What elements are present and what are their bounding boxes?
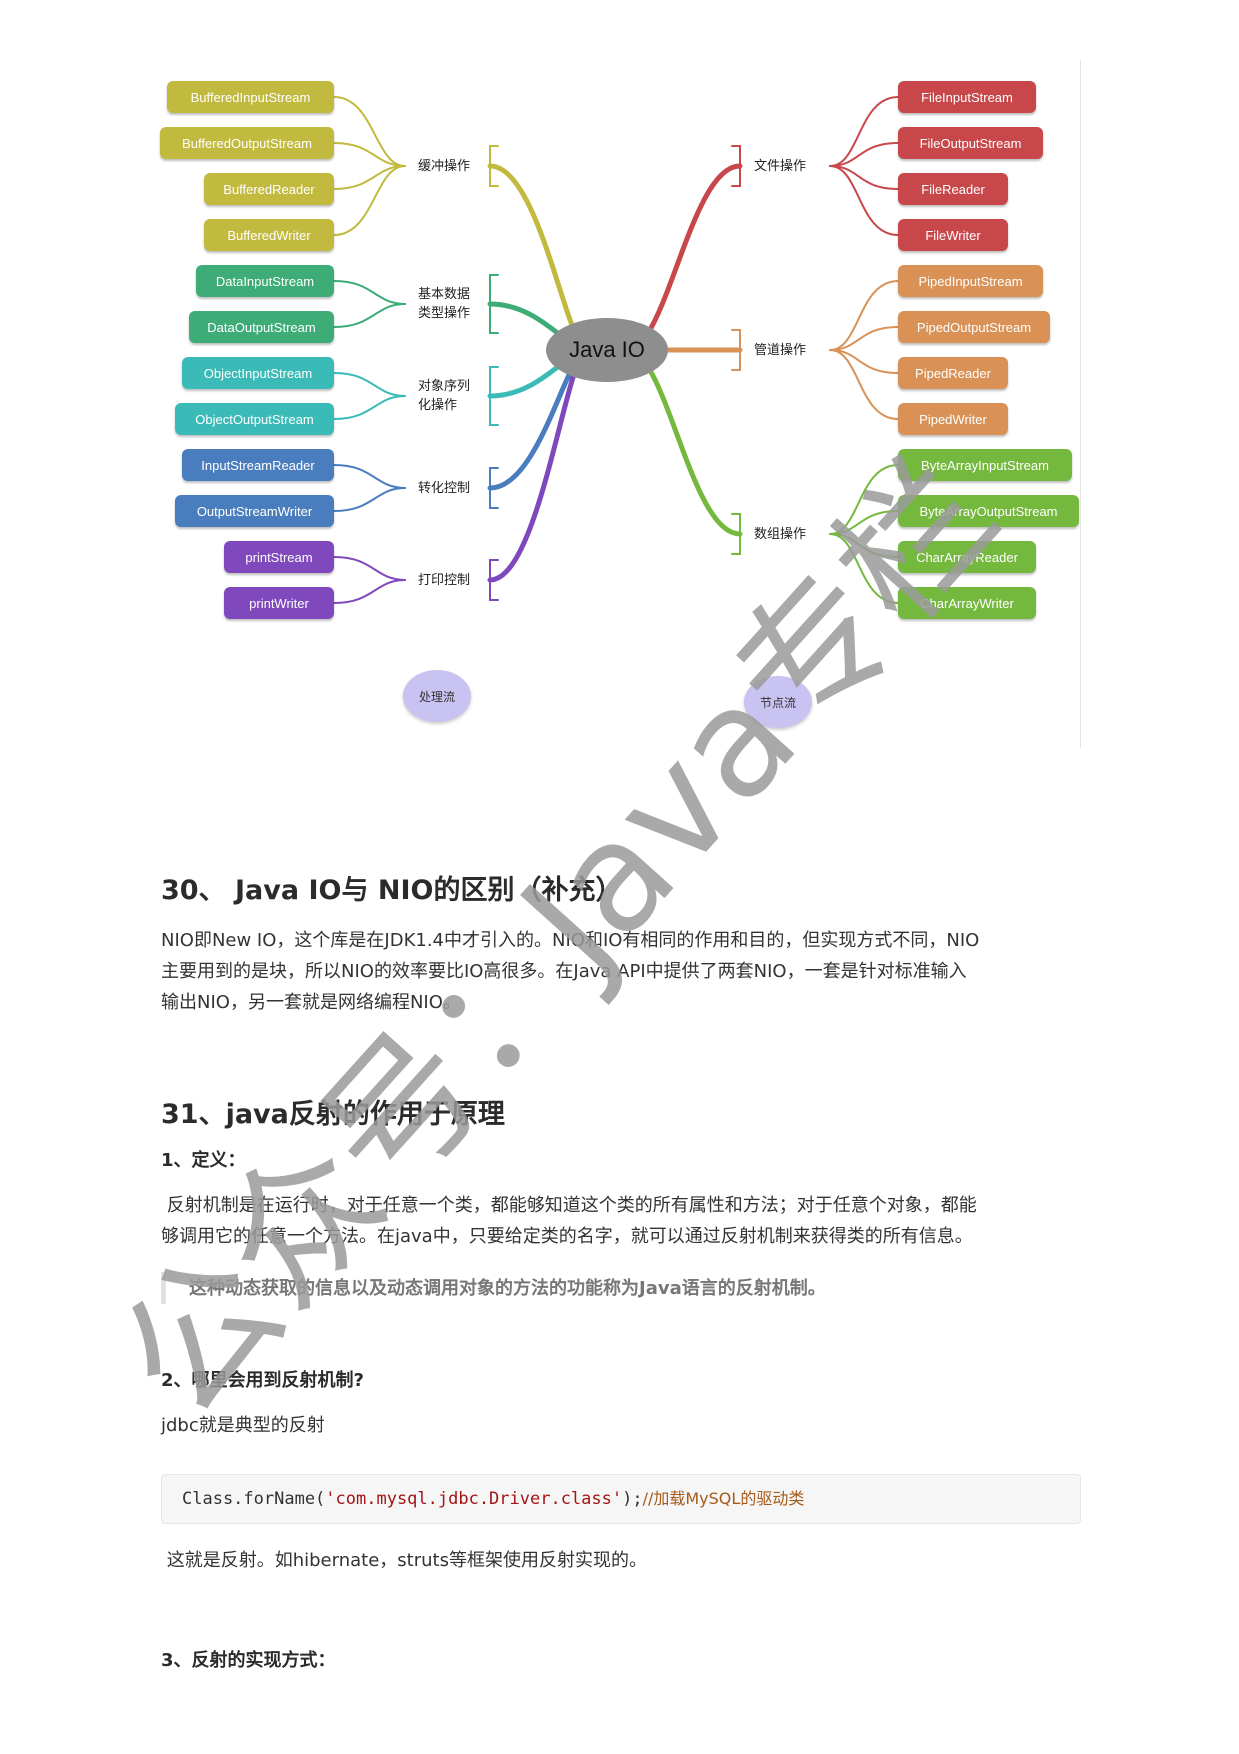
left-branch-label-1: 基本数据 类型操作 bbox=[418, 287, 471, 321]
right-leaf-edge bbox=[829, 280, 899, 351]
definition-line-2: 够调用它的任意一个方法。在java中，只要给定类的名字，就可以通过反射机制来获得… bbox=[161, 1226, 973, 1247]
subheading-implementation: 3、反射的实现方式： bbox=[161, 1650, 336, 1671]
code-prefix: Class.forName( bbox=[182, 1489, 326, 1509]
subheading-where-used: 2、哪里会用到反射机制? bbox=[161, 1370, 364, 1391]
right-leaf-1-0: PipedInputStream bbox=[898, 265, 1043, 297]
left-leaf-edge bbox=[333, 372, 406, 397]
after-code-line: 这就是反射。如hibernate，struts等框架使用反射实现的。 bbox=[161, 1550, 647, 1571]
left-leaf-edge bbox=[333, 395, 406, 420]
left-leaf-edge bbox=[333, 303, 406, 328]
definition-line-1: 反射机制是在运行时，对于任意一个类，都能够知道这个类的所有属性和方法；对于任意个… bbox=[161, 1195, 977, 1216]
left-leaf-edge bbox=[333, 579, 406, 604]
subheading-definition: 1、定义： bbox=[161, 1150, 246, 1171]
left-leaf-edge bbox=[333, 165, 406, 236]
left-leaf-edge bbox=[333, 487, 406, 512]
right-leaf-edge bbox=[829, 165, 899, 236]
section-30-line-2: 主要用到的是块，所以NIO的效率要比IO高很多。在Java API中提供了两套N… bbox=[161, 961, 967, 982]
left-leaf-3-1: OutputStreamWriter bbox=[175, 495, 334, 527]
right-leaf-edge bbox=[829, 533, 899, 604]
left-branch-label-0: 缓冲操作 bbox=[418, 158, 471, 174]
bubble-processing-stream: 处理流 bbox=[403, 670, 471, 722]
right-leaf-1-2: PipedReader bbox=[898, 357, 1008, 389]
right-leaf-0-3: FileWriter bbox=[898, 219, 1008, 251]
section-30-line-3: 输出NIO，另一套就是网络编程NIO。 bbox=[161, 992, 461, 1013]
right-leaf-2-1: ByteArrayOutputStream bbox=[898, 495, 1079, 527]
left-leaf-1-1: DataOutputStream bbox=[189, 311, 334, 343]
right-leaf-0-0: FileInputStream bbox=[898, 81, 1036, 113]
right-leaf-2-2: CharArrayReader bbox=[898, 541, 1036, 573]
right-branch-label-2: 数组操作 bbox=[754, 526, 807, 542]
right-leaf-0-2: FileReader bbox=[898, 173, 1008, 205]
right-trunk-2 bbox=[624, 347, 743, 537]
right-leaf-2-0: ByteArrayInputStream bbox=[898, 449, 1072, 481]
left-branch-label-2: 对象序列 化操作 bbox=[418, 379, 471, 413]
right-leaf-edge bbox=[829, 96, 899, 167]
right-branch-label-1: 管道操作 bbox=[754, 342, 807, 358]
bubble-node-stream: 节点流 bbox=[744, 676, 812, 728]
section-30-line-1: NIO即New IO，这个库是在JDK1.4中才引入的。NIO和IO有相同的作用… bbox=[161, 930, 980, 951]
blockquote-text: 这种动态获取的信息以及动态调用对象的方法的功能称为Java语言的反射机制。 bbox=[189, 1278, 826, 1299]
blockquote: 这种动态获取的信息以及动态调用对象的方法的功能称为Java语言的反射机制。 bbox=[161, 1270, 1081, 1306]
left-leaf-edge bbox=[333, 464, 406, 489]
left-leaf-1-0: DataInputStream bbox=[196, 265, 334, 297]
left-leaf-2-1: ObjectOutputStream bbox=[175, 403, 334, 435]
right-leaf-0-1: FileOutputStream bbox=[898, 127, 1043, 159]
section-31-title: 31、java反射的作用于原理 bbox=[161, 1099, 505, 1130]
left-leaf-4-1: printWriter bbox=[224, 587, 334, 619]
right-trunk-0 bbox=[624, 163, 743, 353]
code-suffix: ); bbox=[622, 1489, 643, 1509]
left-leaf-0-3: BufferedWriter bbox=[204, 219, 334, 251]
blockquote-bar bbox=[161, 1272, 166, 1304]
divider-line bbox=[1080, 60, 1081, 748]
code-string: 'com.mysql.jdbc.Driver.class' bbox=[325, 1489, 623, 1509]
left-leaf-4-0: printStream bbox=[224, 541, 334, 573]
left-branch-label-3: 转化控制 bbox=[418, 480, 471, 496]
left-leaf-edge bbox=[333, 556, 406, 581]
right-leaf-1-3: PipedWriter bbox=[898, 403, 1008, 435]
center-node-java-io: Java IO bbox=[546, 318, 668, 382]
left-leaf-3-0: InputStreamReader bbox=[182, 449, 334, 481]
left-leaf-edge bbox=[333, 96, 406, 167]
code-block: Class.forName('com.mysql.jdbc.Driver.cla… bbox=[161, 1474, 1081, 1524]
code-comment: //加载MySQL的驱动类 bbox=[642, 1489, 805, 1508]
right-leaf-edge bbox=[829, 464, 899, 535]
section-30-title: 30、 Java IO与 NIO的区别（补充） bbox=[161, 875, 623, 906]
left-leaf-0-1: BufferedOutputStream bbox=[160, 127, 334, 159]
jdbc-line: jdbc就是典型的反射 bbox=[161, 1415, 325, 1436]
left-leaf-0-0: BufferedInputStream bbox=[167, 81, 334, 113]
left-branch-label-4: 打印控制 bbox=[418, 572, 471, 588]
right-branch-label-0: 文件操作 bbox=[754, 158, 807, 174]
java-io-mindmap: BufferedInputStream BufferedOutputStream B… bbox=[0, 0, 1239, 760]
right-leaf-2-3: CharArrayWriter bbox=[898, 587, 1036, 619]
left-leaf-0-2: BufferedReader bbox=[204, 173, 334, 205]
left-leaf-2-0: ObjectInputStream bbox=[182, 357, 334, 389]
right-leaf-1-1: PipedOutputStream bbox=[898, 311, 1050, 343]
right-leaf-edge bbox=[829, 349, 899, 420]
left-leaf-edge bbox=[333, 280, 406, 305]
left-trunk-4 bbox=[487, 347, 590, 583]
